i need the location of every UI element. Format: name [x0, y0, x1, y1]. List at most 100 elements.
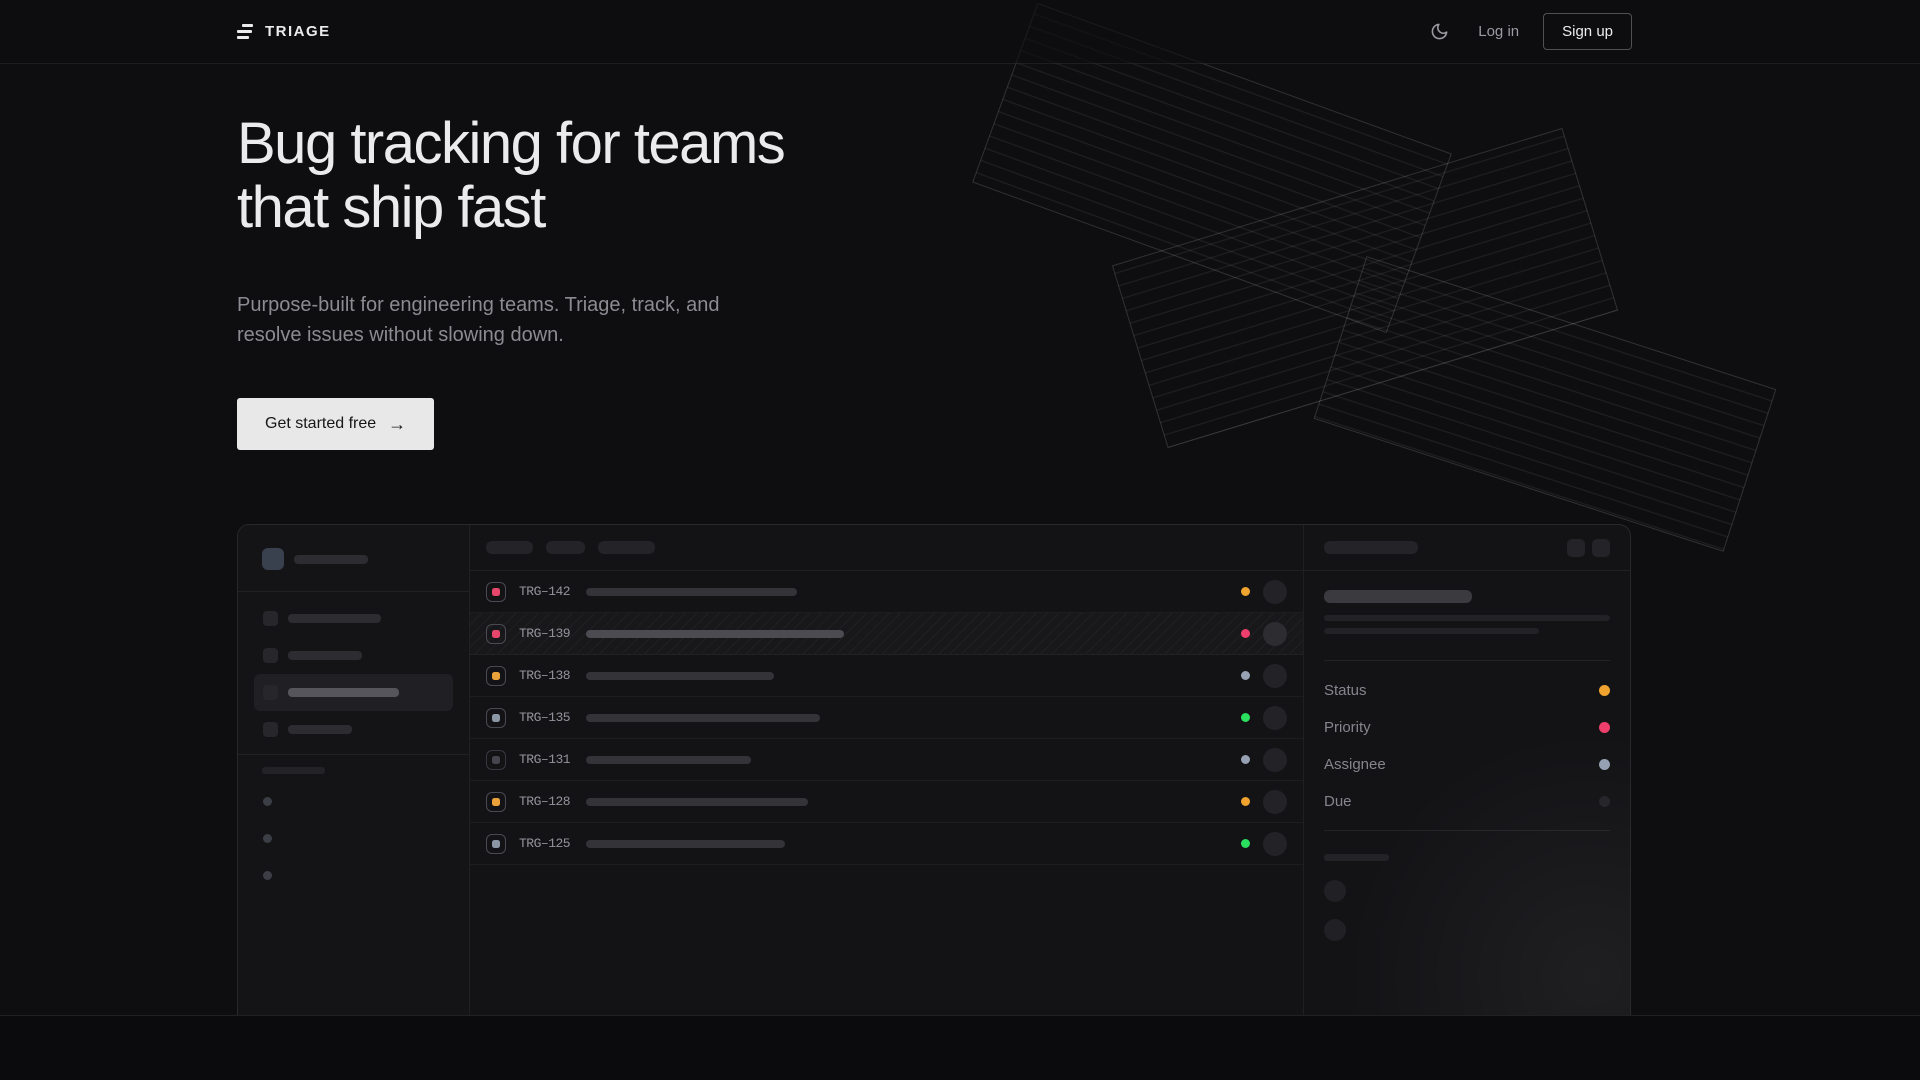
issue-type-icon — [486, 834, 506, 854]
assignee-avatar-placeholder — [1263, 706, 1287, 730]
issue-title-placeholder — [586, 672, 774, 680]
status-dot — [1241, 671, 1250, 680]
field-label: Priority — [1324, 719, 1371, 736]
description-line-placeholder — [1324, 615, 1610, 621]
hero-subtitle: Purpose-built for engineering teams. Tri… — [237, 290, 719, 350]
issue-id: TRG–131 — [519, 752, 573, 767]
detail-fields: Status Priority Assignee Due — [1324, 672, 1610, 820]
issue-list: TRG–142 TRG–139 TRG–138 TRG–135 — [470, 571, 1303, 865]
issue-title-placeholder — [586, 588, 797, 596]
issue-type-icon — [486, 582, 506, 602]
workspace-row — [238, 525, 469, 570]
wireframe-decoration — [0, 0, 1920, 560]
detail-field-row: Priority — [1324, 709, 1610, 746]
field-value-dot — [1599, 722, 1610, 733]
workspace-name-placeholder — [294, 555, 368, 564]
status-dot — [1241, 713, 1250, 722]
wireframe-slab — [1314, 257, 1775, 552]
triage-logo-icon — [237, 24, 253, 39]
detail-divider — [1324, 660, 1610, 661]
issue-title-placeholder — [1324, 590, 1472, 603]
top-nav: TRIAGE Log in Sign up — [0, 0, 1920, 64]
issue-type-dot — [492, 672, 500, 680]
brand-name: TRIAGE — [265, 23, 331, 40]
issue-id: TRG–125 — [519, 836, 573, 851]
issue-type-dot — [492, 756, 500, 764]
issue-id: TRG–139 — [519, 626, 573, 641]
field-value-dot — [1599, 759, 1610, 770]
issue-type-icon — [486, 750, 506, 770]
nav-label-placeholder — [288, 651, 362, 660]
status-dot — [1241, 629, 1250, 638]
nav-icon-placeholder — [263, 611, 278, 626]
status-dot — [1241, 839, 1250, 848]
signup-button[interactable]: Sign up — [1543, 13, 1632, 50]
issue-id: TRG–128 — [519, 794, 573, 809]
activity-avatar-placeholder — [1324, 880, 1346, 902]
issue-id: TRG–142 — [519, 584, 573, 599]
wireframe-slab — [1112, 128, 1617, 447]
issue-type-icon — [486, 624, 506, 644]
issue-list-panel: TRG–142 TRG–139 TRG–138 TRG–135 — [470, 525, 1304, 1015]
status-dot — [1241, 797, 1250, 806]
issue-row: TRG–138 — [470, 655, 1303, 697]
sidebar-nav-item — [254, 711, 453, 748]
sidebar-nav — [238, 592, 469, 754]
status-dot — [1241, 755, 1250, 764]
issue-title-placeholder — [586, 756, 751, 764]
footer — [0, 1015, 1920, 1080]
issue-title-placeholder — [586, 798, 808, 806]
filter-pill-placeholder — [546, 541, 585, 554]
nav-icon-placeholder — [263, 685, 278, 700]
issue-type-icon — [486, 666, 506, 686]
theme-toggle-button[interactable] — [1424, 17, 1454, 47]
panel-action-placeholder — [1592, 539, 1610, 557]
field-value-dot — [1599, 796, 1610, 807]
nav-icon-placeholder — [263, 648, 278, 663]
sidebar-dot-placeholder — [263, 834, 272, 843]
hero-subtitle-line2: resolve issues without slowing down. — [237, 324, 564, 346]
description-line-placeholder — [1324, 628, 1539, 634]
issue-type-icon — [486, 708, 506, 728]
issue-id: TRG–138 — [519, 668, 573, 683]
issue-title-placeholder — [586, 714, 820, 722]
issue-type-dot — [492, 840, 500, 848]
issue-type-dot — [492, 630, 500, 638]
activity-avatar-placeholder — [1324, 919, 1346, 941]
issue-row: TRG–131 — [470, 739, 1303, 781]
assignee-avatar-placeholder — [1263, 622, 1287, 646]
issue-row: TRG–139 — [470, 613, 1303, 655]
nav-label-placeholder — [288, 614, 381, 623]
login-link[interactable]: Log in — [1478, 23, 1519, 40]
assignee-avatar-placeholder — [1263, 664, 1287, 688]
sidebar-footer — [238, 755, 469, 892]
workspace-avatar-placeholder — [262, 548, 284, 570]
issue-list-header — [470, 525, 1303, 571]
filter-pill-placeholder — [486, 541, 533, 554]
detail-field-row: Assignee — [1324, 746, 1610, 783]
issue-type-dot — [492, 588, 500, 596]
hero-title-line1: Bug tracking for teams — [237, 111, 784, 176]
hero-title-line2: that ship fast — [237, 175, 545, 240]
sidebar-nav-item — [254, 600, 453, 637]
field-label: Due — [1324, 793, 1352, 810]
sidebar-dot-placeholder — [263, 871, 272, 880]
section-label-placeholder — [262, 767, 325, 774]
issue-row: TRG–135 — [470, 697, 1303, 739]
get-started-button[interactable]: Get started free → — [237, 398, 434, 450]
activity-label-placeholder — [1324, 854, 1389, 861]
issue-type-dot — [492, 798, 500, 806]
field-label: Status — [1324, 682, 1367, 699]
nav-label-placeholder — [288, 725, 352, 734]
issue-detail-panel: Status Priority Assignee Due — [1304, 525, 1630, 1015]
sidebar-dot-placeholder — [263, 797, 272, 806]
issue-title-placeholder — [586, 840, 785, 848]
brand-logo[interactable]: TRIAGE — [237, 23, 331, 40]
detail-divider — [1324, 830, 1610, 831]
mockup-sidebar — [238, 525, 470, 1015]
cta-label: Get started free — [265, 415, 376, 433]
moon-icon — [1430, 22, 1449, 41]
issue-type-dot — [492, 714, 500, 722]
assignee-avatar-placeholder — [1263, 580, 1287, 604]
detail-header — [1304, 525, 1630, 571]
